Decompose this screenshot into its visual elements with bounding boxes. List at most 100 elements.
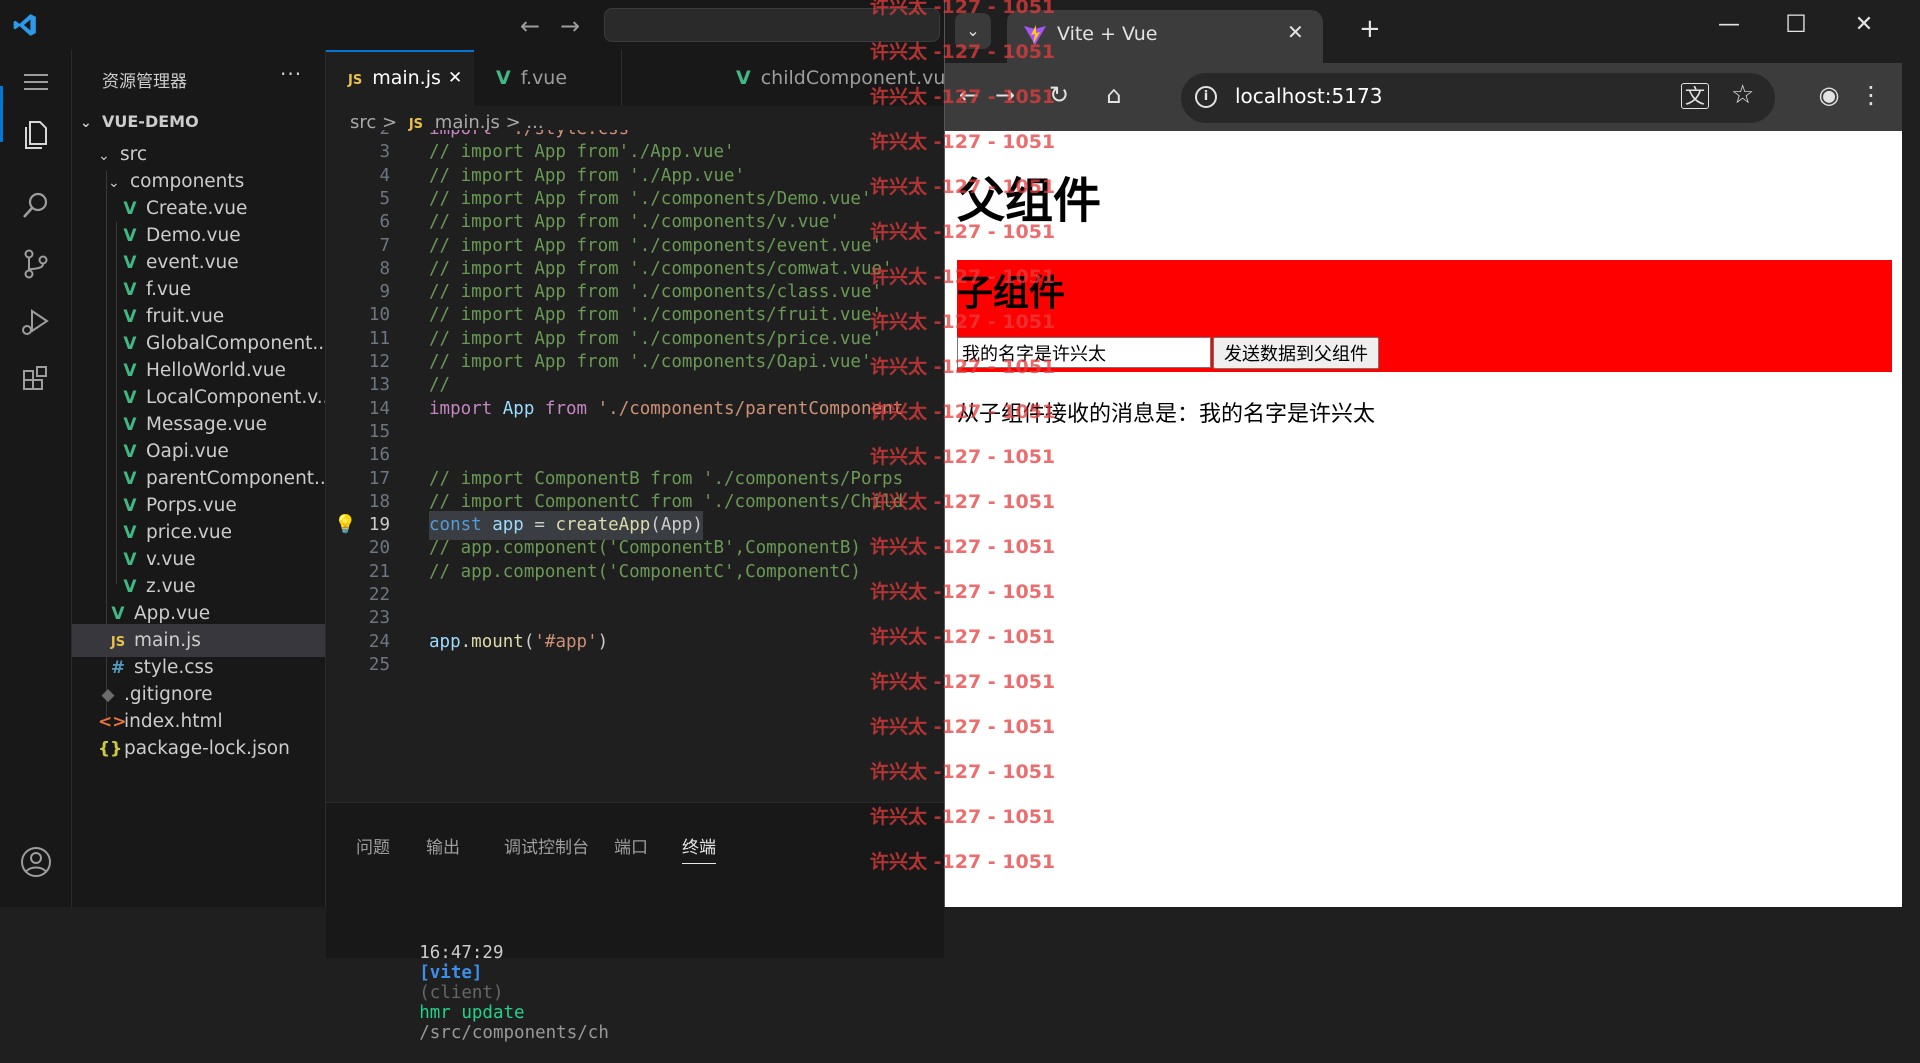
account-icon[interactable] <box>16 842 56 882</box>
terminal-client: (client) <box>419 983 504 1003</box>
editor-tabs: JS main.js ✕ Vf.vue VchildComponent.vue <box>326 50 957 106</box>
tab-label: f.vue <box>520 67 568 89</box>
chrome-toolbar: ← → ↻ ⌂ i localhost:5173 文 ☆ ◉ ⋮ <box>945 63 1903 131</box>
source-control-icon[interactable] <box>16 244 56 284</box>
tab-main-js[interactable]: JS main.js ✕ <box>326 50 474 106</box>
terminal-output[interactable]: 16:47:29 [vite] (client) hmr update /src… <box>356 923 609 1063</box>
terminal-tag: [vite] <box>419 963 483 983</box>
watermark-text: 许兴太 -127 - 1051 <box>870 446 1056 468</box>
tree-item-label: event.vue <box>146 252 239 273</box>
tree-item-label: Porps.vue <box>146 495 237 516</box>
tree-item-label: index.html <box>124 711 223 732</box>
explorer-sidebar: 资源管理器 ··· ⌄ VUE-DEMO ⌄ src ⌄ components V Crea… <box>72 50 326 907</box>
tab-label: main.js <box>372 67 441 89</box>
watermark-text: 许兴太 -127 - 1051 <box>870 491 1056 513</box>
home-icon[interactable]: ⌂ <box>1098 81 1130 109</box>
watermark-text: 许兴太 -127 - 1051 <box>870 626 1056 648</box>
tree-item-label: .gitignore <box>124 684 213 705</box>
code-editor[interactable]: 2import './style.css'3// import App from… <box>326 130 944 850</box>
code-line[interactable]: 25 <box>326 651 944 680</box>
panel-tab-output[interactable]: 输出 <box>426 833 460 858</box>
panel-tab-ports[interactable]: 端口 <box>614 833 648 858</box>
tab-close-icon[interactable]: ✕ <box>448 52 462 104</box>
translate-icon[interactable]: 文 <box>1681 83 1709 109</box>
terminal-time: 16:47:29 <box>419 943 504 963</box>
panel-tab-problems[interactable]: 问题 <box>356 833 390 858</box>
panel-tab-terminal[interactable]: 终端 <box>682 833 716 864</box>
tree-item-label: f.vue <box>146 279 192 300</box>
more-actions-icon[interactable]: ··· <box>280 62 302 86</box>
address-bar[interactable]: i localhost:5173 文 ☆ <box>1181 73 1775 123</box>
watermark-text: 许兴太 -127 - 1051 <box>870 221 1056 243</box>
tab-close-icon[interactable]: ✕ <box>1287 20 1304 44</box>
search-icon[interactable] <box>16 186 56 226</box>
maximize-icon[interactable]: ☐ <box>1781 10 1811 38</box>
send-to-parent-button[interactable]: 发送数据到父组件 <box>1213 337 1379 369</box>
tree-item-label: src <box>120 144 148 165</box>
watermark-text: 许兴太 -127 - 1051 <box>870 671 1056 693</box>
new-tab-icon[interactable]: + <box>1359 14 1381 44</box>
watermark-text: 许兴太 -127 - 1051 <box>870 86 1056 108</box>
minimize-icon[interactable]: — <box>1714 12 1744 37</box>
window-close-icon[interactable]: ✕ <box>1849 12 1879 37</box>
run-debug-icon[interactable] <box>16 302 56 342</box>
project-folder[interactable]: ⌄ VUE-DEMO <box>72 105 325 138</box>
activity-bar <box>0 50 72 907</box>
explorer-files-icon[interactable] <box>16 114 56 154</box>
child-component-box: 子组件 发送数据到父组件 <box>957 260 1892 372</box>
window-edge-scrollbar[interactable] <box>1902 0 1920 907</box>
tree-item-label: components <box>130 171 245 192</box>
chrome-menu-icon[interactable]: ⋮ <box>1855 81 1887 109</box>
panel-tab-debug-console[interactable]: 调试控制台 <box>504 833 589 858</box>
watermark-text: 许兴太 -127 - 1051 <box>870 0 1056 18</box>
js-file-icon: JS <box>348 73 363 88</box>
forward-arrow-icon[interactable]: → <box>560 12 580 40</box>
tree-item-label: App.vue <box>134 603 211 624</box>
watermark-text: 许兴太 -127 - 1051 <box>870 851 1056 873</box>
vue-file-icon: V <box>496 67 511 89</box>
line-number: 25 <box>368 654 390 675</box>
tree-item-label: Demo.vue <box>146 225 241 246</box>
watermark-text: 许兴太 -127 - 1051 <box>870 716 1056 738</box>
watermark-text: 许兴太 -127 - 1051 <box>870 761 1056 783</box>
tab-f-vue[interactable]: Vf.vue <box>474 50 622 106</box>
tree-item-label: HelloWorld.vue <box>146 360 286 381</box>
tab-title: Vite + Vue <box>1057 23 1158 45</box>
url-text: localhost:5173 <box>1235 84 1383 108</box>
tree-item-label: LocalComponent.v... <box>146 387 325 408</box>
watermark-text: 许兴太 -127 - 1051 <box>870 581 1056 603</box>
tree-item-label: main.js <box>134 630 201 651</box>
tree-item-label: parentComponent.... <box>146 468 325 489</box>
watermark-text: 许兴太 -127 - 1051 <box>870 266 1056 288</box>
watermark-text: 许兴太 -127 - 1051 <box>870 176 1056 198</box>
page-viewport: 父组件 子组件 发送数据到父组件 从子组件接收的消息是：我的名字是许兴太 <box>945 131 1903 907</box>
profile-icon[interactable]: ◉ <box>1813 81 1845 109</box>
watermark-text: 许兴太 -127 - 1051 <box>870 311 1056 333</box>
tree-item-package-lock-json[interactable]: {}package-lock.json <box>72 732 325 765</box>
watermark-text: 许兴太 -127 - 1051 <box>870 536 1056 558</box>
watermark-text: 许兴太 -127 - 1051 <box>870 356 1056 378</box>
watermark-text: 许兴太 -127 - 1051 <box>870 806 1056 828</box>
bookmark-star-icon[interactable]: ☆ <box>1731 80 1754 110</box>
active-indicator <box>0 86 3 142</box>
site-info-icon[interactable]: i <box>1195 86 1217 108</box>
extensions-icon[interactable] <box>16 360 56 400</box>
terminal-msg: hmr update <box>419 1003 525 1023</box>
bottom-panel: 问题 输出 调试控制台 端口 终端 16:47:29 [vite] (clien… <box>326 802 944 1043</box>
tree-item-label: z.vue <box>146 576 196 597</box>
tree-item-label: Create.vue <box>146 198 248 219</box>
chrome-window: ⌄ Vite + Vue ✕ + — ☐ ✕ ← → ↻ ⌂ i localho… <box>944 0 1903 907</box>
chrome-tabstrip: ⌄ Vite + Vue ✕ + — ☐ ✕ <box>945 0 1903 63</box>
project-label: VUE-DEMO <box>102 112 199 131</box>
tree-item-label: v.vue <box>146 549 196 570</box>
tree-item-label: package-lock.json <box>124 738 290 759</box>
tree-item-label: price.vue <box>146 522 232 543</box>
menu-icon[interactable] <box>16 62 56 102</box>
json-file-icon: {} <box>98 739 123 759</box>
tree-item-label: fruit.vue <box>146 306 225 327</box>
terminal-path: /src/components/ch <box>419 1023 609 1043</box>
vue-file-icon: V <box>736 67 751 89</box>
back-arrow-icon[interactable]: ← <box>520 12 540 40</box>
watermark-text: 许兴太 -127 - 1051 <box>870 401 1056 423</box>
watermark-text: 许兴太 -127 - 1051 <box>870 41 1056 63</box>
